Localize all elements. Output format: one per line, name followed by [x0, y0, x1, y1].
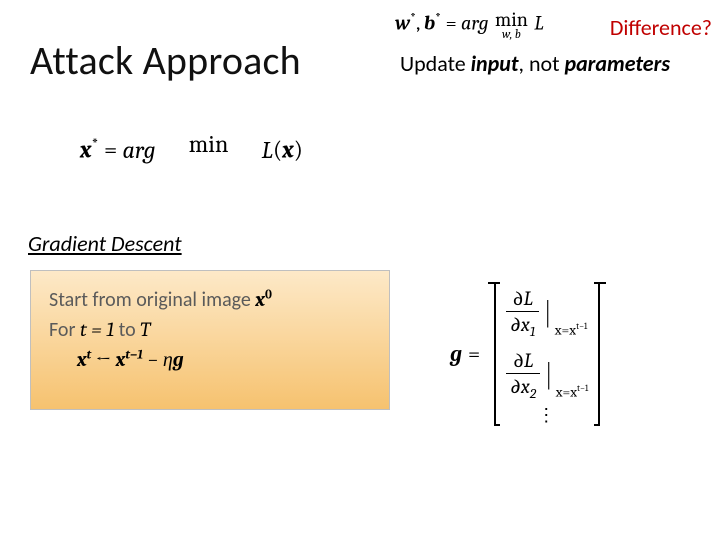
- left-bracket-icon: [488, 282, 500, 426]
- algo-line-2: For t = 1 to T: [49, 315, 371, 345]
- training-objective-equation: w*, b* = arg minw, b L: [395, 10, 544, 40]
- slide-title: Attack Approach: [30, 36, 301, 85]
- gradient-row-2: ∂L ∂x2 | x=xt−1: [506, 350, 588, 402]
- gradient-row-1: ∂L ∂x1 | x=xt−1: [506, 288, 588, 340]
- algo-line-1: Start from original image x0: [49, 285, 371, 315]
- algorithm-box: Start from original image x0 For t = 1 t…: [30, 270, 390, 410]
- gradient-descent-heading: Gradient Descent: [28, 230, 182, 257]
- gradient-vector: g = ∂L ∂x1 | x=xt−1 ∂L: [450, 282, 606, 426]
- algo-line-3: xt ← xt−1 − ηg: [49, 345, 371, 375]
- vertical-dots-icon: ⋮: [506, 411, 588, 420]
- update-caption: Update input, not parameters: [400, 50, 670, 77]
- right-bracket-icon: [594, 282, 606, 426]
- slide: w*, b* = arg minw, b L Difference? Attac…: [0, 0, 720, 540]
- difference-label: Difference?: [610, 14, 712, 41]
- attack-objective-equation: x* = arg minx L(x): [80, 132, 303, 172]
